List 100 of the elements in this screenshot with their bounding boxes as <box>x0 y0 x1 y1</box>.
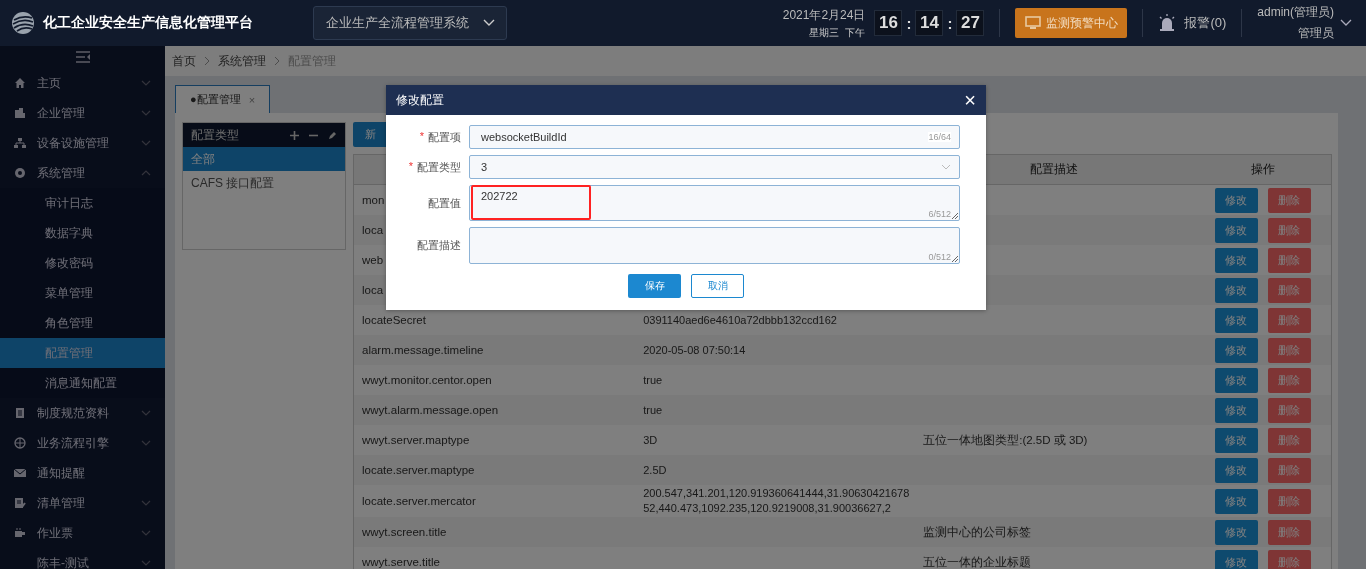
table-cell-text: 200.547,341.201,120.919360641444,31.9063042167852,440.473,1092.235,120.9219008,31.90036627,2 <box>643 486 911 516</box>
table-cell: locateSecret <box>362 314 426 326</box>
edit-button[interactable]: 修改 <box>1214 337 1258 363</box>
edit-button[interactable]: 修改 <box>1214 549 1258 569</box>
mail-icon <box>14 467 26 479</box>
clock-separator: : <box>905 14 913 32</box>
chevron-icon <box>141 170 151 176</box>
edit-button[interactable]: 修改 <box>1214 457 1258 483</box>
sidebar-item[interactable]: 通知提醒 <box>0 458 165 488</box>
table-cell-text: 2020-05-08 07:50:14 <box>643 342 747 358</box>
chevron-icon <box>141 110 151 116</box>
edit-button[interactable]: 修改 <box>1214 427 1258 453</box>
chevron-icon <box>141 140 151 146</box>
character-count: 16/64 <box>928 132 951 142</box>
chevron-icon <box>141 440 151 446</box>
plus-icon[interactable] <box>290 130 299 140</box>
delete-button[interactable]: 删除 <box>1267 217 1311 243</box>
sidebar-item[interactable]: 清单管理 <box>0 488 165 518</box>
chevron-icon <box>141 530 151 536</box>
textarea-field[interactable]: 0/512 <box>469 227 960 264</box>
menu-collapse-icon[interactable] <box>75 51 90 63</box>
table-cell: 五位一体地图类型:(2.5D 或 3D) <box>923 433 1088 446</box>
chevron-down-icon[interactable] <box>1340 19 1352 27</box>
date-text: 2021年2月24日 <box>782 6 866 24</box>
sidebar-item[interactable]: 设备设施管理 <box>0 128 165 158</box>
select-field[interactable]: 3 <box>469 155 960 179</box>
home-icon <box>14 77 26 89</box>
sidebar-item[interactable]: 业务流程引擎 <box>0 428 165 458</box>
sidebar-item[interactable]: 陈丰-测试 <box>0 548 165 569</box>
chevron-icon <box>141 560 151 566</box>
globe-icon <box>14 437 26 449</box>
alarm-link[interactable]: 报警(0) <box>1184 14 1227 32</box>
edit-button[interactable]: 修改 <box>1214 217 1258 243</box>
pencil-icon[interactable] <box>328 130 337 140</box>
delete-button[interactable]: 删除 <box>1267 549 1311 569</box>
user-role: 管理员 <box>1298 25 1334 42</box>
textarea-field[interactable]: 202722 6/512 <box>469 185 960 221</box>
character-count: 0/512 <box>928 252 951 262</box>
page-tab[interactable]: ●配置管理 × <box>175 85 271 113</box>
chevron-down-icon <box>482 19 495 27</box>
close-icon[interactable]: × <box>964 90 976 110</box>
cancel-button[interactable]: 取消 <box>691 274 744 298</box>
sidebar-item[interactable]: 主页 <box>0 68 165 98</box>
delete-button[interactable]: 删除 <box>1267 397 1311 423</box>
sidebar-item[interactable]: 制度规范资料 <box>0 398 165 428</box>
required-mark: * <box>419 130 424 144</box>
edit-button[interactable]: 修改 <box>1214 187 1258 213</box>
tree-item[interactable]: CAFS 接口配置 <box>183 171 345 195</box>
sidebar-item[interactable]: 企业管理 <box>0 98 165 128</box>
tree-item[interactable]: 全部 <box>183 147 345 171</box>
field-label: 配置值 <box>428 196 461 211</box>
table-cell: wwyt.monitor.centor.open <box>362 374 492 386</box>
table-cell-text: true <box>643 402 664 418</box>
delete-button[interactable]: 删除 <box>1267 277 1311 303</box>
delete-button[interactable]: 删除 <box>1267 457 1311 483</box>
edit-button[interactable]: 修改 <box>1214 307 1258 333</box>
chevron-down-icon <box>941 164 951 170</box>
edit-button[interactable]: 修改 <box>1214 367 1258 393</box>
edit-button[interactable]: 修改 <box>1214 397 1258 423</box>
edit-button[interactable]: 修改 <box>1214 488 1258 514</box>
table-cell-text: true <box>643 372 664 388</box>
table-cell: wwyt.server.maptype <box>362 434 470 446</box>
breadcrumb-link[interactable]: 系统管理 <box>218 52 266 70</box>
breadcrumb-link[interactable]: 首页 <box>172 52 196 70</box>
save-button[interactable]: 保存 <box>628 274 681 298</box>
table-cell: loca <box>362 284 384 296</box>
monitor-center-button[interactable]: 监测预警中心 <box>1015 8 1128 38</box>
weekday-text: 星期三 <box>809 25 840 40</box>
delete-button[interactable]: 删除 <box>1267 247 1311 273</box>
delete-button[interactable]: 删除 <box>1267 187 1311 213</box>
delete-button[interactable]: 删除 <box>1267 427 1311 453</box>
delete-button[interactable]: 删除 <box>1267 367 1311 393</box>
column-header: 操作 <box>1250 161 1275 178</box>
delete-button[interactable]: 删除 <box>1267 519 1311 545</box>
sidebar-item[interactable]: 系统管理 <box>0 158 165 188</box>
table-cell: alarm.message.timeline <box>362 344 484 356</box>
system-dropdown[interactable]: 企业生产全流程管理系统 <box>313 6 507 40</box>
input-field[interactable]: websocketBuildId 16/64 <box>469 125 960 149</box>
user-name[interactable]: admin(管理员) <box>1257 4 1334 21</box>
chevron-icon <box>141 80 151 86</box>
edit-button[interactable]: 修改 <box>1214 519 1258 545</box>
delete-button[interactable]: 删除 <box>1267 488 1311 514</box>
field-label: 配置类型 <box>417 160 461 175</box>
edit-button[interactable]: 修改 <box>1214 247 1258 273</box>
close-icon[interactable]: × <box>248 93 256 106</box>
period-text: 下午 <box>845 25 866 40</box>
chevron-icon <box>141 500 151 506</box>
alarm-light-icon <box>1158 14 1177 32</box>
table-cell: wwyt.serve.title <box>362 556 440 568</box>
character-count: 6/512 <box>928 209 951 219</box>
sidebar-subitem[interactable]: 配置管理 <box>0 338 165 368</box>
chevron-right-icon <box>274 56 280 66</box>
document-icon <box>14 407 26 419</box>
delete-button[interactable]: 删除 <box>1267 337 1311 363</box>
table-cell: web <box>362 254 384 266</box>
sidebar-item[interactable]: 作业票 <box>0 518 165 548</box>
clock-digits: 14 <box>915 10 944 36</box>
delete-button[interactable]: 删除 <box>1267 307 1311 333</box>
edit-button[interactable]: 修改 <box>1214 277 1258 303</box>
table-cell-text: 2.5D <box>643 462 668 478</box>
